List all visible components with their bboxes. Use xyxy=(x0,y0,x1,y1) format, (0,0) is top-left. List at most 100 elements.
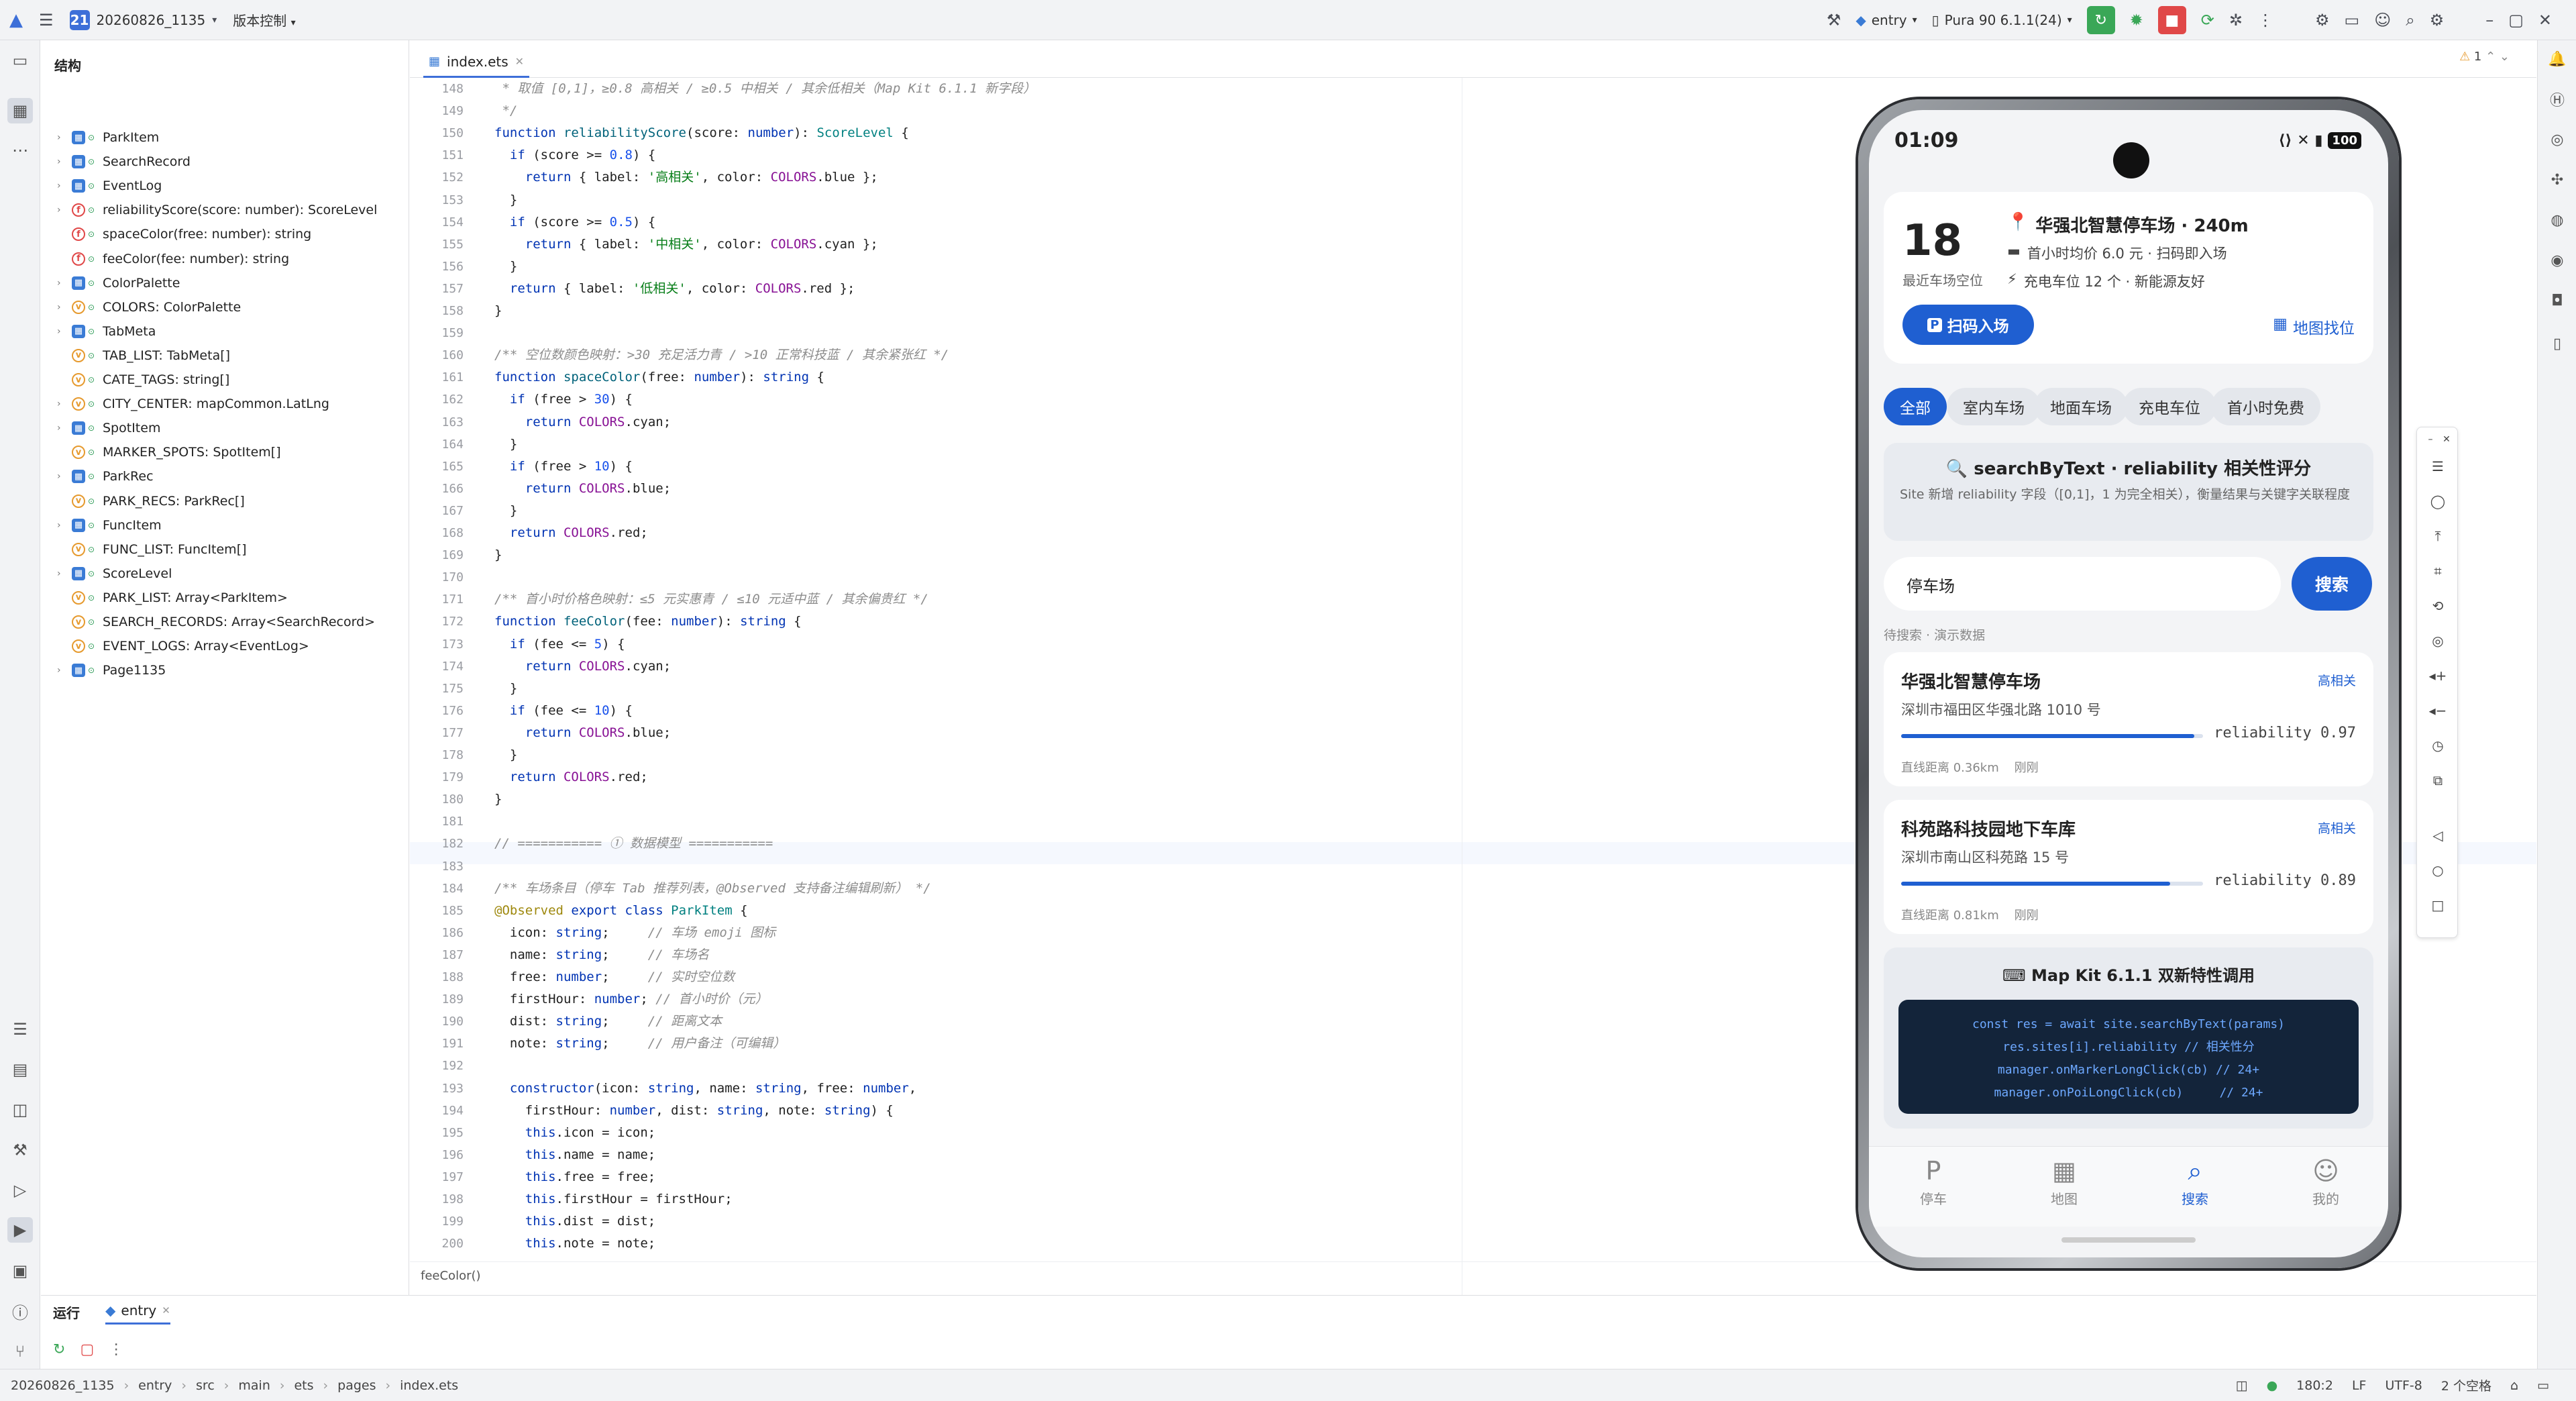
code-line[interactable]: free: number; // 实时空位数 xyxy=(494,966,735,988)
expand-arrow-icon[interactable]: › xyxy=(57,423,66,433)
code-line[interactable]: function reliabilityScore(score: number)… xyxy=(494,122,909,144)
code-line[interactable]: } xyxy=(494,189,517,211)
module-selector[interactable]: ◆ entry ▾ xyxy=(1856,12,1917,28)
structure-item[interactable]: › v ⊙ CITY_CENTER: mapCommon.LatLng xyxy=(41,392,329,416)
code-line[interactable]: } xyxy=(494,256,517,278)
expand-arrow-icon[interactable]: › xyxy=(57,399,66,409)
structure-item[interactable]: v ⊙ EVENT_LOGS: Array<EventLog> xyxy=(41,634,309,658)
code-line[interactable]: firstHour: number, dist: string, note: s… xyxy=(494,1100,894,1122)
crop-icon[interactable]: ⌗ xyxy=(2430,563,2446,579)
structure-item[interactable]: › ▦ ⊙ ParkRec xyxy=(41,464,154,488)
puzzle-icon[interactable]: ✣ xyxy=(2549,172,2565,189)
code-line[interactable]: return { label: '高相关', color: COLORS.blu… xyxy=(494,166,878,189)
more-run-icon[interactable]: ⋮ xyxy=(109,1341,123,1358)
structure-item[interactable]: f ⊙ spaceColor(free: number): string xyxy=(41,222,311,246)
volume-up-icon[interactable]: ◂+ xyxy=(2429,668,2447,684)
vcs-menu[interactable]: 版本控制 ▾ xyxy=(233,10,295,30)
code-line[interactable]: if (fee <= 5) { xyxy=(494,633,625,656)
copy-icon[interactable]: ⧉ xyxy=(2430,772,2446,788)
camera-icon[interactable]: ◘ xyxy=(2549,293,2565,309)
expand-arrow-icon[interactable]: › xyxy=(57,326,66,337)
code-line[interactable]: return { label: '低相关', color: COLORS.red… xyxy=(494,278,855,300)
structure-item[interactable]: › f ⊙ reliabilityScore(score: number): Scor… xyxy=(41,198,377,222)
code-line[interactable]: } xyxy=(494,544,502,566)
expand-arrow-icon[interactable]: › xyxy=(57,471,66,482)
indent-setting[interactable]: 2 个空格 xyxy=(2441,1376,2491,1394)
tab-map[interactable]: ▦ 地图 xyxy=(2024,1147,2104,1208)
code-line[interactable]: note: string; // 用户备注（可编辑） xyxy=(494,1033,786,1055)
structure-item[interactable]: › ▦ ⊙ Page1135 xyxy=(41,658,166,682)
tab-mine[interactable]: ☺ 我的 xyxy=(2286,1147,2366,1208)
minimize-icon[interactable]: – xyxy=(2485,12,2493,28)
device-selector[interactable]: ▯ Pura 90 6.1.1(24) ▾ xyxy=(1932,12,2072,28)
code-line[interactable]: firstHour: number; // 首小时价（元） xyxy=(494,988,768,1010)
code-line[interactable]: // =========== ① 数据模型 =========== xyxy=(494,833,773,855)
path-segment[interactable]: src xyxy=(196,1378,215,1393)
expand-arrow-icon[interactable]: › xyxy=(57,665,66,676)
run-icon[interactable]: ↻ xyxy=(2086,6,2115,34)
code-line[interactable]: function spaceColor(free: number): strin… xyxy=(494,366,824,388)
memory-icon[interactable]: ▭ xyxy=(2537,1378,2549,1393)
filter-chip[interactable]: 全部 xyxy=(1884,388,1947,425)
path-segment[interactable]: ets xyxy=(294,1378,313,1393)
code-line[interactable]: } xyxy=(494,300,502,322)
structure-item[interactable]: › ▦ ⊙ FuncItem xyxy=(41,513,162,537)
code-line[interactable]: return COLORS.blue; xyxy=(494,478,671,500)
structure-item[interactable]: › ▦ ⊙ TabMeta xyxy=(41,319,156,344)
expand-arrow-icon[interactable]: › xyxy=(57,132,66,143)
settings-bug-icon[interactable]: ✲ xyxy=(2229,12,2243,28)
code-line[interactable]: this.free = free; xyxy=(494,1166,655,1188)
lock-icon[interactable]: ⌂ xyxy=(2510,1378,2518,1393)
pin-top-icon[interactable]: ⤒ xyxy=(2430,528,2446,544)
back-icon[interactable]: ◁ xyxy=(2430,827,2446,843)
maximize-icon[interactable]: ▢ xyxy=(2508,12,2524,28)
rerun-icon[interactable]: ↻ xyxy=(53,1341,65,1358)
code-line[interactable]: if (score >= 0.8) { xyxy=(494,144,655,166)
filter-chip[interactable]: 室内车场 xyxy=(1947,388,2041,425)
expand-arrow-icon[interactable]: › xyxy=(57,156,66,167)
run-tool-icon[interactable]: ▶ xyxy=(7,1217,33,1243)
folder-icon[interactable]: ▭ xyxy=(2345,12,2360,28)
close-icon[interactable]: ✕ xyxy=(2538,12,2552,28)
code-line[interactable]: if (free > 10) { xyxy=(494,456,633,478)
filter-chip[interactable]: 充电车位 xyxy=(2123,388,2216,425)
structure-item[interactable]: v ⊙ FUNC_LIST: FuncItem[] xyxy=(41,537,247,562)
code-line[interactable]: this.note = note; xyxy=(494,1233,655,1255)
more-tools-icon[interactable]: ⋯ xyxy=(11,141,30,160)
code-line[interactable]: } xyxy=(494,678,517,700)
code-line[interactable]: return COLORS.cyan; xyxy=(494,411,671,433)
stop-icon[interactable]: ■ xyxy=(2157,6,2186,34)
tab-search[interactable]: ⌕ 搜索 xyxy=(2155,1147,2235,1208)
structure-item[interactable]: v ⊙ PARK_LIST: Array<ParkItem> xyxy=(41,586,288,610)
code-line[interactable]: * 取值 [0,1]，≥0.8 高相关 / ≥0.5 中相关 / 其余低相关（M… xyxy=(494,78,1036,100)
code-line[interactable]: return COLORS.red; xyxy=(494,766,648,788)
structure-item[interactable]: › ▦ ⊙ EventLog xyxy=(41,174,162,198)
code-line[interactable]: constructor(icon: string, name: string, … xyxy=(494,1078,916,1100)
structure-item[interactable]: v ⊙ CATE_TAGS: string[] xyxy=(41,368,229,392)
code-line[interactable]: function feeColor(fee: number): string { xyxy=(494,611,802,633)
structure-item[interactable]: › ▦ ⊙ ScoreLevel xyxy=(41,562,172,586)
path-segment[interactable]: pages xyxy=(337,1378,376,1393)
expand-arrow-icon[interactable]: › xyxy=(57,520,66,531)
code-line[interactable]: } xyxy=(494,433,517,456)
code-line[interactable]: this.dist = dist; xyxy=(494,1210,655,1233)
structure-item[interactable]: › ▦ ⊙ ParkItem xyxy=(41,125,159,150)
code-line[interactable]: dist: string; // 距离文本 xyxy=(494,1010,722,1033)
structure-item[interactable]: v ⊙ MARKER_SPOTS: SpotItem[] xyxy=(41,440,281,464)
harmony-icon[interactable]: Ⓗ xyxy=(2549,91,2565,109)
code-line[interactable]: return COLORS.blue; xyxy=(494,722,671,744)
power-icon[interactable]: ◯ xyxy=(2430,493,2446,509)
ai-status-icon[interactable]: ◫ xyxy=(2236,1378,2248,1393)
code-line[interactable]: this.icon = icon; xyxy=(494,1122,655,1144)
code-line[interactable]: name: string; // 车场名 xyxy=(494,944,709,966)
line-separator[interactable]: LF xyxy=(2352,1378,2367,1393)
profile-icon[interactable]: ⟳ xyxy=(2201,12,2214,28)
profiler-icon[interactable]: ◫ xyxy=(11,1100,30,1119)
code-line[interactable]: } xyxy=(494,788,502,811)
stop-run-icon[interactable]: ▢ xyxy=(80,1341,94,1358)
path-segment[interactable]: 20260826_1135 xyxy=(11,1378,115,1393)
database-icon[interactable]: ◍ xyxy=(2549,212,2565,229)
expand-arrow-icon[interactable]: › xyxy=(57,278,66,289)
filter-chip[interactable]: 首小时免费 xyxy=(2211,388,2320,425)
structure-item[interactable]: › ▦ ⊙ SearchRecord xyxy=(41,150,191,174)
